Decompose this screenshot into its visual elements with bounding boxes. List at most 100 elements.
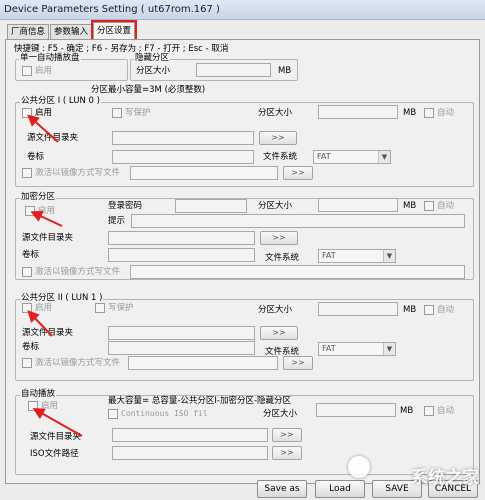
tab-vendor-info[interactable]: 厂商信息: [7, 24, 50, 40]
public2-write-protect-label: 写保护: [108, 303, 134, 313]
hidden-partition-title: 隐藏分区: [134, 53, 171, 64]
encrypted-size-input[interactable]: [318, 198, 398, 212]
public2-source-dir-input[interactable]: [108, 326, 255, 340]
encrypted-hint-label: 提示: [108, 216, 126, 226]
hidden-size-label: 分区大小: [136, 66, 171, 76]
hidden-size-unit: MB: [278, 66, 292, 76]
autorun-title: 自动播放: [20, 389, 57, 400]
autorun-auto-label: 自动: [437, 406, 455, 416]
autorun-iso-path-label: ISO文件路径: [30, 449, 79, 459]
public2-image-checkbox[interactable]: [22, 358, 32, 368]
autorun-auto-checkbox[interactable]: [424, 406, 434, 416]
public2-size-unit: MB: [403, 305, 417, 315]
public1-source-browse-button[interactable]: >>: [259, 131, 297, 145]
public1-enable-checkbox[interactable]: [22, 108, 32, 118]
public2-image-browse-button[interactable]: >>: [283, 356, 313, 370]
window-title: Device Parameters Setting ( ut67rom.167 …: [0, 0, 485, 20]
watermark-logo-icon: [348, 456, 370, 478]
public1-image-checkbox[interactable]: [22, 168, 32, 178]
public1-write-protect-checkbox[interactable]: [112, 108, 122, 118]
public1-image-input[interactable]: [130, 166, 278, 180]
single-autorun-enable-label: 启用: [35, 66, 53, 76]
encrypted-source-dir-input[interactable]: [108, 231, 255, 245]
min-capacity-note: 分区最小容量=3M (必须整数): [91, 85, 206, 95]
public1-auto-checkbox[interactable]: [424, 108, 434, 118]
autorun-source-dir-input[interactable]: [112, 428, 268, 442]
encrypted-hint-input[interactable]: [131, 214, 465, 228]
watermark-text: 系统之家: [411, 468, 479, 488]
autorun-size-label: 分区大小: [263, 409, 298, 419]
encrypted-fs-select[interactable]: FAT ▼: [318, 249, 396, 263]
chevron-down-icon: ▼: [378, 151, 390, 163]
public2-source-browse-button[interactable]: >>: [260, 326, 298, 340]
public2-size-input[interactable]: [318, 302, 398, 316]
public2-image-input[interactable]: [128, 356, 278, 370]
encrypted-source-dir-label: 源文件目录夹: [22, 233, 74, 243]
encrypted-title: 加密分区: [20, 192, 57, 203]
encrypted-source-browse-button[interactable]: >>: [260, 231, 298, 245]
autorun-source-browse-button[interactable]: >>: [272, 428, 302, 442]
autorun-enable-label: 启用: [41, 401, 59, 411]
encrypted-auto-label: 自动: [437, 201, 455, 211]
public2-fs-value: FAT: [322, 344, 336, 353]
autorun-enable-checkbox[interactable]: [28, 401, 38, 411]
encrypted-fs-value: FAT: [322, 251, 336, 260]
encrypted-image-checkbox[interactable]: [22, 267, 32, 277]
autorun-source-dir-label: 源文件目录夹: [30, 432, 82, 442]
public1-source-dir-input[interactable]: [112, 131, 254, 145]
public1-fs-value: FAT: [317, 152, 331, 161]
public2-volume-label: 卷标: [22, 342, 40, 352]
public1-fs-select[interactable]: FAT ▼: [313, 150, 391, 164]
encrypted-enable-label: 启用: [38, 206, 56, 216]
encrypted-size-unit: MB: [403, 201, 417, 211]
autorun-size-unit: MB: [400, 406, 414, 416]
encrypted-auto-checkbox[interactable]: [424, 201, 434, 211]
public1-write-protect-label: 写保护: [125, 108, 151, 118]
public2-auto-checkbox[interactable]: [424, 305, 434, 315]
encrypted-enable-checkbox[interactable]: [25, 206, 35, 216]
single-autorun-title: 单一自动播放盘: [19, 53, 81, 64]
public2-size-label: 分区大小: [258, 305, 293, 315]
public2-write-protect-checkbox[interactable]: [95, 303, 105, 313]
public2-enable-label: 启用: [35, 303, 53, 313]
public1-size-unit: MB: [403, 108, 417, 118]
tab-parameter-input[interactable]: 参数输入: [50, 24, 93, 40]
public2-image-label: 激活以镜像方式写文件: [35, 358, 121, 368]
encrypted-image-input[interactable]: [130, 265, 465, 279]
encrypted-fs-label: 文件系统: [265, 253, 300, 263]
chevron-down-icon: ▼: [383, 250, 395, 262]
public2-volume-input[interactable]: [108, 341, 255, 355]
public2-auto-label: 自动: [437, 305, 455, 315]
save-as-button[interactable]: Save as: [257, 480, 307, 498]
hidden-size-input[interactable]: [196, 63, 271, 77]
encrypted-volume-input[interactable]: [108, 248, 255, 262]
public1-volume-label: 卷标: [27, 152, 45, 162]
public2-enable-checkbox[interactable]: [22, 303, 32, 313]
public1-enable-label: 启用: [35, 108, 53, 118]
public1-image-label: 激活以镜像方式写文件: [35, 168, 121, 178]
autorun-continuous-iso-label: Continuous ISO fil: [121, 409, 208, 418]
encrypted-size-label: 分区大小: [258, 201, 293, 211]
autorun-continuous-iso-checkbox[interactable]: [108, 409, 118, 419]
autorun-iso-path-input[interactable]: [112, 446, 268, 460]
autorun-max-capacity-note: 最大容量= 总容量-公共分区I-加密分区-隐藏分区: [108, 396, 292, 406]
open-button[interactable]: Load: [315, 480, 365, 498]
chevron-down-icon: ▼: [383, 343, 395, 355]
public1-size-input[interactable]: [318, 105, 398, 119]
autorun-size-input[interactable]: [316, 403, 396, 417]
public1-size-label: 分区大小: [258, 108, 293, 118]
encrypted-login-pwd-label: 登录密码: [108, 201, 143, 211]
autorun-iso-browse-button[interactable]: >>: [272, 446, 302, 460]
tab-partition-settings[interactable]: 分区设置: [90, 20, 138, 42]
encrypted-image-label: 激活以镜像方式写文件: [35, 267, 121, 277]
public2-source-dir-label: 源文件目录夹: [22, 328, 74, 338]
public1-title: 公共分区 I ( LUN 0 ): [20, 96, 101, 107]
encrypted-volume-label: 卷标: [22, 250, 40, 260]
encrypted-login-pwd-input[interactable]: [175, 199, 247, 213]
public1-image-browse-button[interactable]: >>: [283, 166, 313, 180]
public1-source-dir-label: 源文件目录夹: [27, 133, 79, 143]
public1-volume-input[interactable]: [112, 150, 254, 164]
public1-fs-label: 文件系统: [263, 152, 298, 162]
public2-fs-select[interactable]: FAT ▼: [318, 342, 396, 356]
single-autorun-checkbox[interactable]: [22, 66, 32, 76]
